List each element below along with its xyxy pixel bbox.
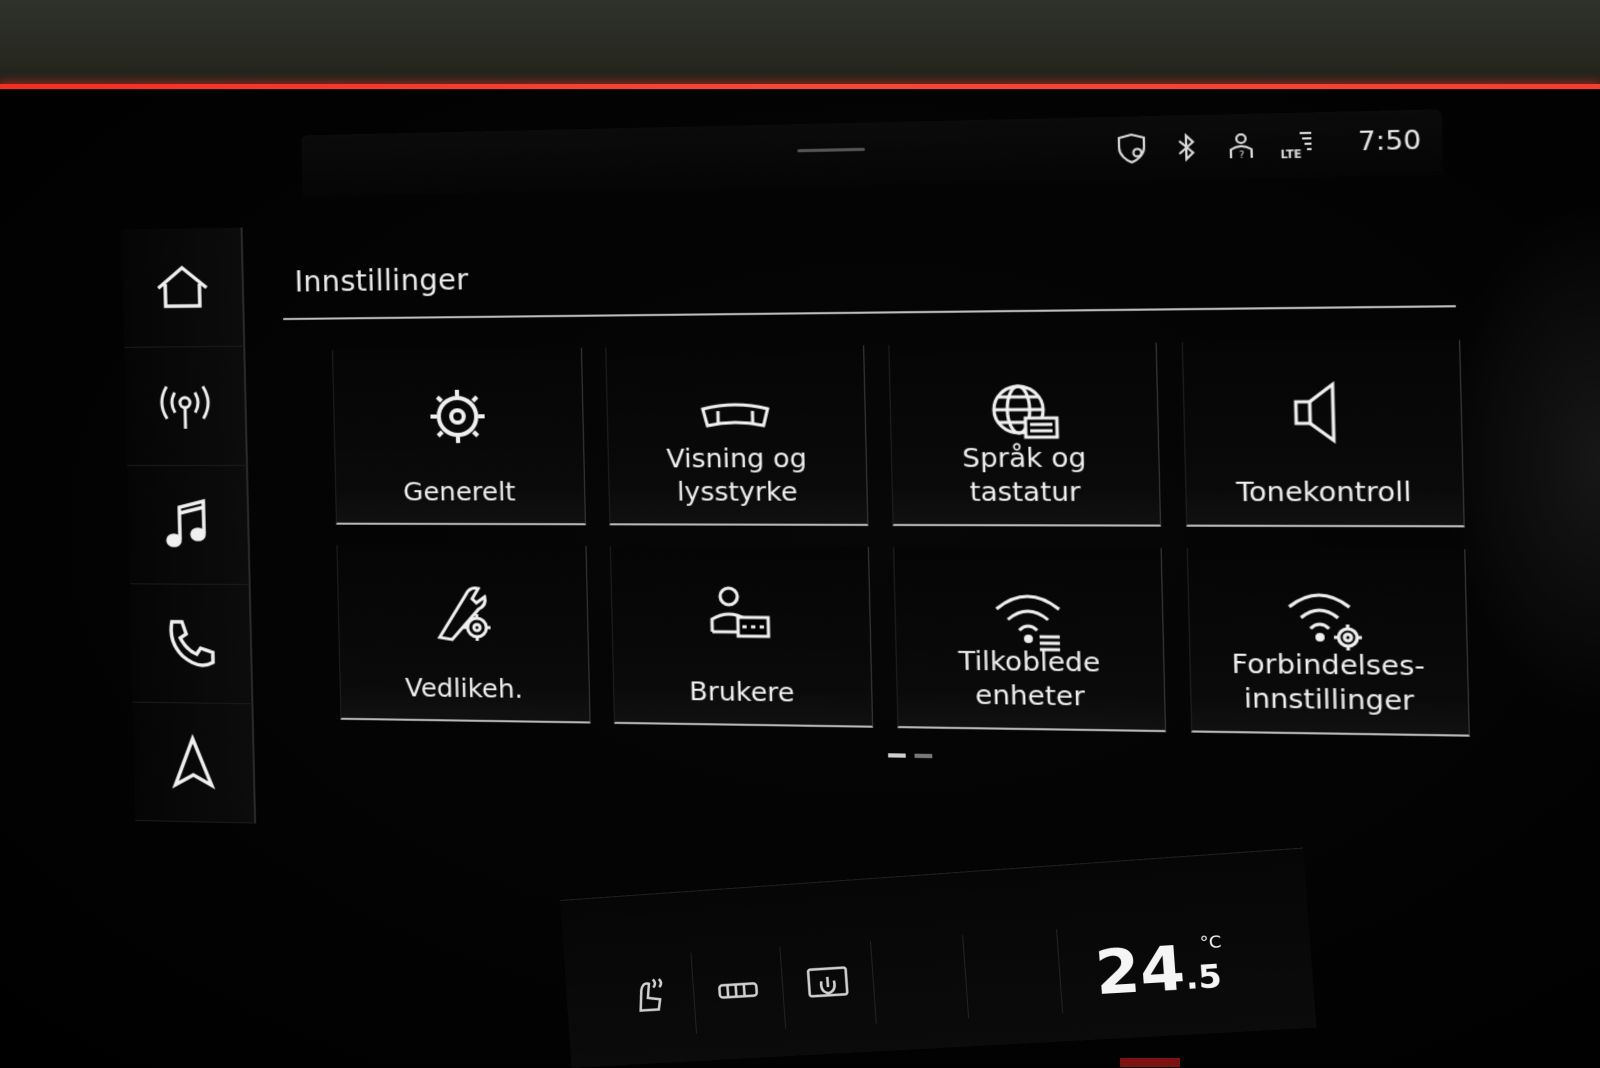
- settings-grid: Generelt Visning og lysstyrke Språk og: [332, 340, 1475, 737]
- tile-label: Vedlikeh.: [340, 671, 589, 707]
- dashboard-trim: [0, 0, 1600, 92]
- sidebar-item-media[interactable]: [127, 466, 250, 585]
- page-dot-active: [888, 753, 906, 758]
- svg-text:?: ?: [1239, 150, 1245, 161]
- speaker-icon: [1279, 373, 1364, 451]
- tile-label: Visning og lysstyrke: [608, 442, 866, 509]
- sidebar-item-radio[interactable]: [125, 347, 248, 466]
- bluetooth-icon[interactable]: [1169, 131, 1204, 164]
- tile-generelt[interactable]: Generelt: [332, 348, 586, 526]
- page-indicator[interactable]: [888, 753, 932, 758]
- wrench-gear-icon: [424, 576, 501, 650]
- climate-rear-defrost[interactable]: [691, 947, 786, 1034]
- tile-sprak[interactable]: Språk og tastatur: [888, 343, 1161, 527]
- tile-vedlikeh[interactable]: Vedlikeh.: [336, 545, 590, 724]
- temperature-decimal: .5: [1184, 958, 1223, 997]
- climate-seat-heat[interactable]: [604, 953, 697, 1039]
- title-divider: [283, 305, 1456, 320]
- phone-icon: [158, 611, 224, 676]
- svg-text:LTE: LTE: [1280, 149, 1302, 161]
- location-privacy-icon[interactable]: [1114, 132, 1149, 165]
- temperature-display[interactable]: 24.5 °C: [1093, 929, 1224, 1008]
- tile-label: Generelt: [336, 476, 585, 509]
- tile-label: Språk og tastatur: [892, 441, 1160, 509]
- temperature-unit: °C: [1199, 931, 1222, 953]
- tile-label: Brukere: [614, 674, 872, 711]
- infotainment-screen: ? LTE 7:50: [100, 108, 1508, 872]
- tile-label: Forbindelses- innstillinger: [1190, 647, 1468, 719]
- climate-slot[interactable]: [871, 935, 969, 1023]
- sidebar-item-phone[interactable]: [130, 584, 253, 704]
- tile-tonekontroll[interactable]: Tonekontroll: [1182, 340, 1465, 527]
- tile-forbindelses[interactable]: Forbindelses- innstillinger: [1187, 548, 1470, 737]
- temperature-main: 24: [1093, 932, 1188, 1009]
- status-icons: ? LTE: [1114, 127, 1314, 165]
- music-note-icon: [155, 493, 221, 558]
- climate-slot[interactable]: [963, 929, 1063, 1018]
- user-card-icon: [700, 578, 779, 654]
- page-title: Innstillinger: [294, 263, 469, 299]
- climate-power-icon: [803, 961, 852, 1009]
- climate-power[interactable]: [780, 941, 876, 1028]
- gear-icon: [419, 379, 496, 453]
- page-dot: [915, 754, 933, 759]
- sidebar: [122, 228, 256, 824]
- drag-handle[interactable]: [797, 148, 865, 153]
- tile-label: Tilkoblede enheter: [896, 644, 1164, 715]
- tile-tilkoblede[interactable]: Tilkoblede enheter: [893, 547, 1166, 732]
- tile-label: Tonekontroll: [1186, 475, 1463, 510]
- sidebar-item-navigation[interactable]: [133, 703, 256, 824]
- clock: 7:50: [1358, 125, 1422, 157]
- home-icon: [150, 255, 216, 320]
- seat-heat-icon: [626, 972, 673, 1019]
- tile-visning[interactable]: Visning og lysstyrke: [605, 345, 868, 526]
- red-indicator-glow: [1120, 1058, 1180, 1067]
- lte-signal-icon[interactable]: LTE: [1279, 129, 1314, 162]
- tile-brukere[interactable]: Brukere: [610, 546, 873, 728]
- sidebar-item-home[interactable]: [122, 228, 245, 348]
- navigation-arrow-icon: [160, 730, 226, 796]
- radio-antenna-icon: [152, 374, 218, 439]
- rear-defrost-icon: [714, 967, 762, 1014]
- user-unknown-icon[interactable]: ?: [1224, 130, 1259, 163]
